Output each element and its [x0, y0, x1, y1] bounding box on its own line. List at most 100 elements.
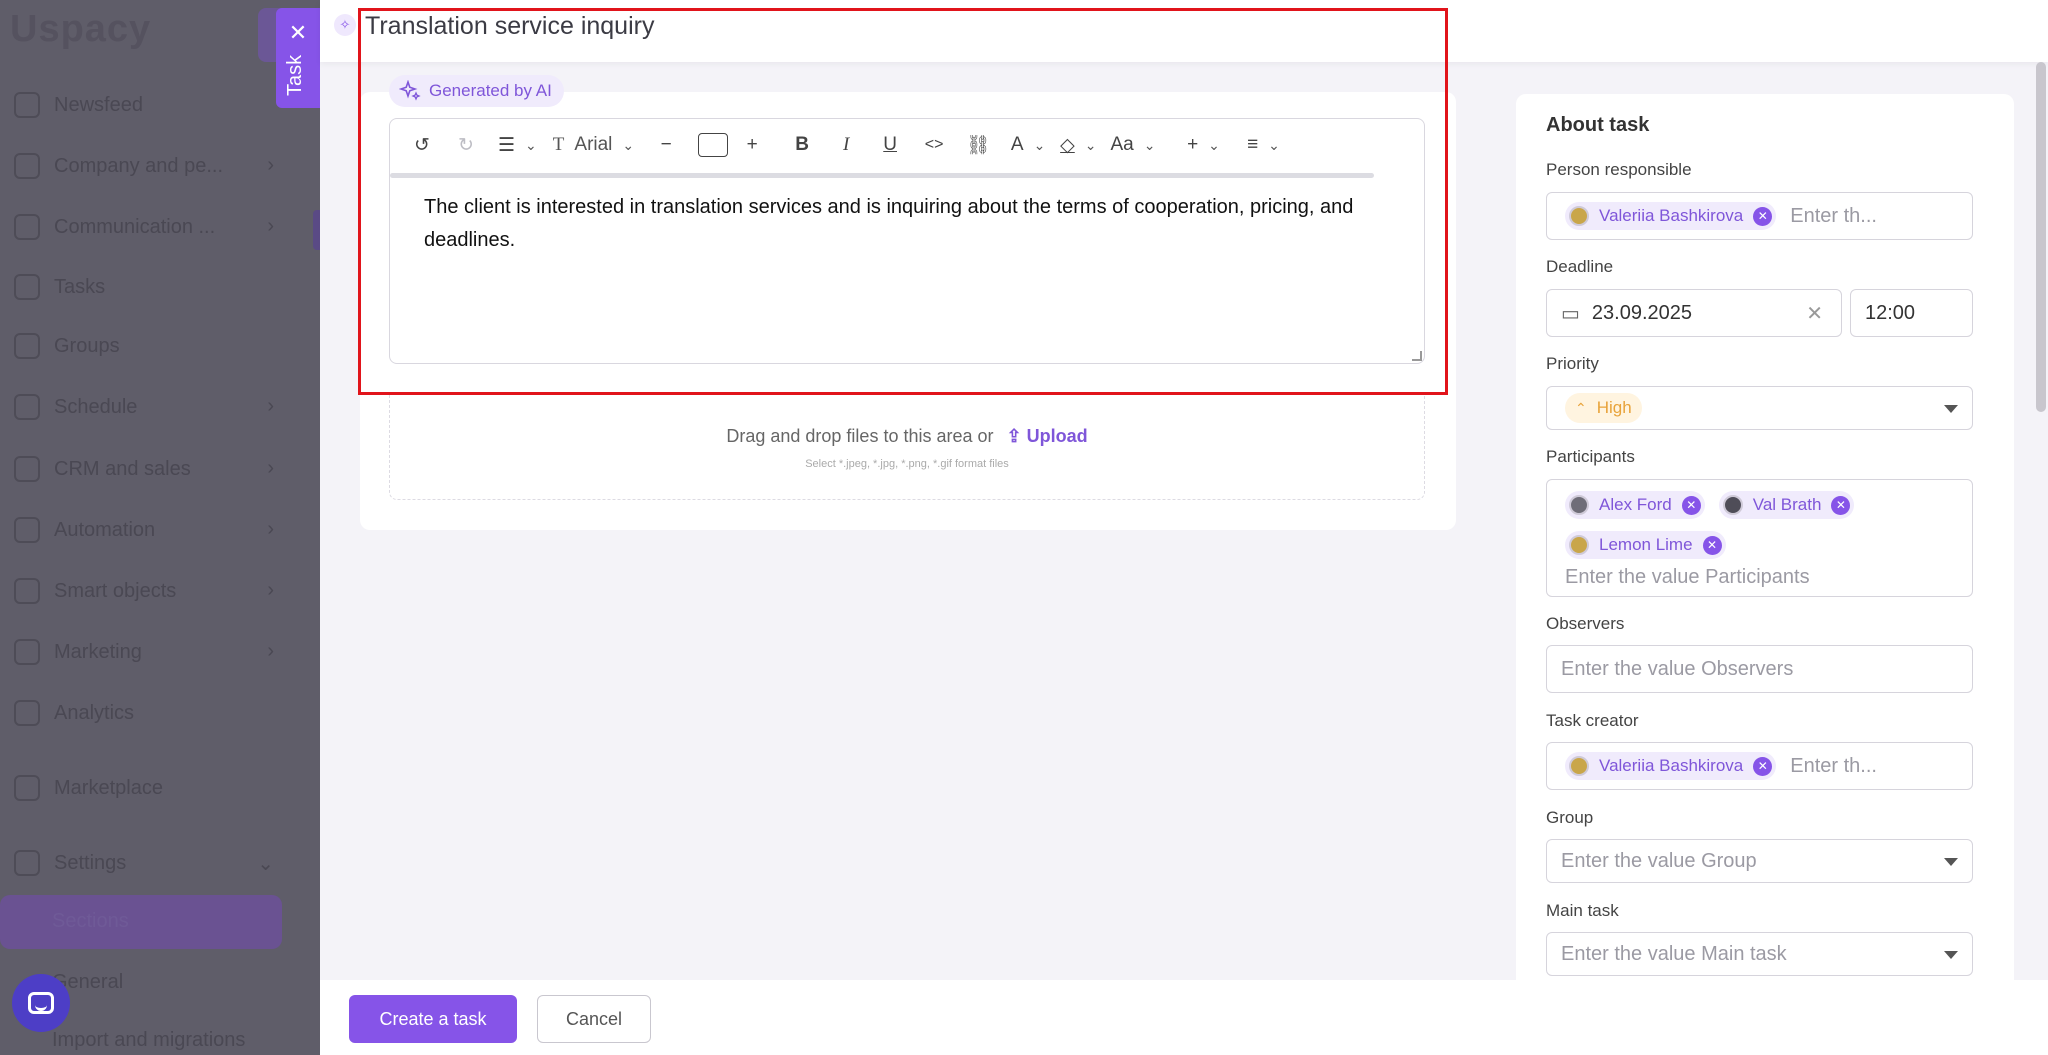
paint-bucket-icon: ◇	[1060, 134, 1075, 156]
chat-button[interactable]	[12, 974, 70, 1032]
create-task-button[interactable]: Create a task	[349, 995, 517, 1043]
code-icon[interactable]: <>	[916, 127, 952, 163]
highlight-color-dropdown[interactable]: ◇ ⌄	[1060, 127, 1096, 163]
nav-smart-objects[interactable]: Smart objects ›	[14, 571, 284, 611]
task-title-input[interactable]: Translation service inquiry	[365, 12, 654, 41]
nav-sections[interactable]: Sections	[0, 895, 282, 949]
automation-icon	[14, 517, 40, 543]
avatar	[1569, 206, 1589, 226]
chevron-down-icon: ⌄	[1208, 136, 1220, 153]
avatar	[1569, 495, 1589, 515]
chevron-right-icon: ›	[267, 457, 274, 479]
description-text[interactable]: The client is interested in translation …	[424, 191, 1384, 257]
dropdown-caret-icon	[1944, 951, 1958, 959]
dropzone-text: Drag and drop files to this area or ⇪ Up…	[726, 426, 1088, 446]
priority-chip: ⌃ High	[1565, 393, 1642, 423]
chevron-right-icon: ›	[267, 154, 274, 176]
footer-bar: Create a task Cancel	[320, 980, 2048, 1055]
task-panel: ✧ Translation service inquiry Generated …	[320, 0, 2048, 1055]
avatar	[1569, 535, 1589, 555]
person-responsible-field[interactable]: Valeriia Bashkirova ✕ Enter th...	[1546, 192, 1973, 240]
link-icon[interactable]: ⛓	[960, 127, 996, 163]
main-task-select[interactable]: Enter the value Main task	[1546, 932, 1973, 976]
font-size-input[interactable]	[698, 133, 729, 157]
communication-icon	[14, 214, 40, 240]
dropdown-caret-icon	[1944, 858, 1958, 866]
nav-schedule[interactable]: Schedule ›	[14, 387, 284, 427]
company-icon	[14, 153, 40, 179]
text-case-dropdown[interactable]: Aa ⌄	[1111, 127, 1156, 163]
clear-icon[interactable]: ✕	[1806, 301, 1823, 326]
cancel-button[interactable]: Cancel	[537, 995, 651, 1043]
task-side-tab[interactable]: ✕ Task	[276, 8, 320, 108]
marketing-icon	[14, 639, 40, 665]
settings-icon	[14, 850, 40, 876]
smart-objects-icon	[14, 578, 40, 604]
participants-label: Participants	[1546, 447, 1635, 466]
priority-select[interactable]: ⌃ High	[1546, 386, 1973, 430]
groups-icon	[14, 333, 40, 359]
remove-icon[interactable]: ✕	[1831, 495, 1851, 515]
increase-font-size-icon[interactable]: +	[734, 127, 770, 163]
close-icon[interactable]: ✕	[276, 22, 320, 44]
remove-icon[interactable]: ✕	[1681, 495, 1701, 515]
undo-icon[interactable]: ↺	[404, 127, 440, 163]
dropdown-caret-icon	[1944, 405, 1958, 413]
decrease-font-size-icon[interactable]: −	[648, 127, 684, 163]
nav-newsfeed[interactable]: Newsfeed	[14, 85, 284, 125]
person-responsible-label: Person responsible	[1546, 160, 1692, 179]
nav-company[interactable]: Company and pe... ›	[14, 146, 284, 186]
description-editor[interactable]: ↺ ↻ ☰ ⌄ T Arial ⌄ − + B I U <> ⛓ A ⌄ ◇ ⌄ Aa ⌄ …	[389, 118, 1425, 364]
bold-icon[interactable]: B	[784, 127, 820, 163]
file-dropzone[interactable]: Drag and drop files to this area or ⇪ Up…	[389, 392, 1425, 500]
chevron-down-icon: ⌄	[1084, 136, 1097, 153]
app-logo: Uspacy	[10, 8, 152, 50]
chevron-right-icon: ›	[267, 518, 274, 540]
nav-communication[interactable]: Communication ... ›	[14, 207, 284, 247]
nav-groups[interactable]: Groups	[14, 326, 284, 366]
chevron-down-icon: ⌄	[1143, 136, 1156, 153]
task-creator-field[interactable]: Valeriia Bashkirova ✕ Enter th...	[1546, 742, 1973, 790]
remove-icon[interactable]: ✕	[1753, 206, 1773, 226]
group-select[interactable]: Enter the value Group	[1546, 839, 1973, 883]
resize-handle[interactable]	[1412, 351, 1422, 361]
insert-dropdown[interactable]: + ⌄	[1185, 127, 1221, 163]
nav-crm[interactable]: CRM and sales ›	[14, 449, 284, 489]
chevron-down-icon: ⌄	[525, 136, 537, 153]
observers-field[interactable]: Enter the value Observers	[1546, 645, 1973, 693]
nav-automation[interactable]: Automation ›	[14, 510, 284, 550]
chevron-down-icon: ⌄	[257, 853, 274, 875]
align-left-icon: ≡	[1247, 134, 1259, 155]
nav-analytics[interactable]: Analytics	[14, 693, 284, 733]
dropzone-hint: Select *.jpeg, *.jpg, *.png, *.gif forma…	[805, 458, 1009, 470]
deadline-label: Deadline	[1546, 257, 1614, 276]
remove-icon[interactable]: ✕	[1753, 756, 1773, 776]
panel-scrollbar[interactable]	[2036, 62, 2046, 412]
remove-icon[interactable]: ✕	[1702, 535, 1722, 555]
chevron-down-icon: ⌄	[1268, 136, 1280, 153]
task-header: ✧ Translation service inquiry	[320, 0, 2048, 62]
paragraph-format-dropdown[interactable]: ☰ ⌄	[498, 127, 537, 163]
participants-field[interactable]: Alex Ford ✕ Val Brath ✕ Lemon Lime ✕ Enter …	[1546, 479, 1973, 597]
font-color-dropdown[interactable]: A ⌄	[1010, 127, 1046, 163]
align-dropdown[interactable]: ≡ ⌄	[1245, 127, 1281, 163]
newsfeed-icon	[14, 92, 40, 118]
nav-tasks[interactable]: Tasks	[14, 267, 284, 307]
task-tab-label: Task	[284, 54, 306, 96]
redo-icon[interactable]: ↻	[448, 127, 484, 163]
underline-icon[interactable]: U	[872, 127, 908, 163]
nav-settings[interactable]: Settings ⌄	[14, 843, 284, 883]
nav-marketing[interactable]: Marketing ›	[14, 632, 284, 672]
italic-icon[interactable]: I	[828, 127, 864, 163]
font-family-dropdown[interactable]: T Arial ⌄	[553, 127, 634, 163]
background-strip	[282, 0, 320, 1055]
deadline-time-field[interactable]: 12:00	[1850, 289, 1973, 337]
toolbar-scrollbar[interactable]	[390, 173, 1374, 178]
chevron-up-icon: ⌃	[1575, 399, 1587, 416]
upload-link[interactable]: ⇪ Upload	[1007, 426, 1088, 446]
about-task-panel: About task Person responsible Valeriia B…	[1516, 94, 2014, 994]
chevron-down-icon: ⌄	[1033, 136, 1046, 153]
deadline-date-field[interactable]: ▭ 23.09.2025 ✕	[1546, 289, 1842, 337]
ai-sparkle-icon: ✧	[334, 14, 356, 36]
nav-marketplace[interactable]: Marketplace	[14, 768, 284, 808]
